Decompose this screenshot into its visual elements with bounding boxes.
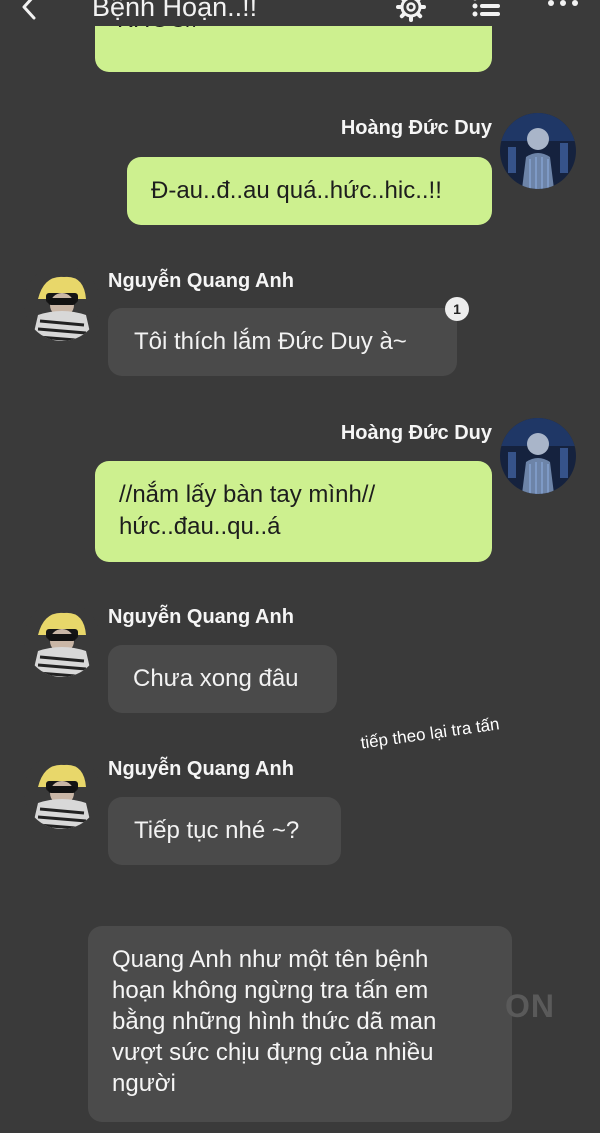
message-text: Tiếp tục nhé ~? bbox=[134, 817, 300, 844]
message-bubble[interactable]: Tiếp tục nhé ~? bbox=[108, 797, 341, 865]
narration-box: Quang Anh như một tên bệnh hoạn không ng… bbox=[88, 926, 512, 1122]
top-bar: Bệnh Hoạn..!! bbox=[0, 0, 600, 26]
message-bubble[interactable]: //nắm lấy bàn tay mình// hức..đau..qu..á bbox=[95, 461, 492, 562]
chevron-left-icon[interactable] bbox=[18, 0, 44, 20]
reaction-count-badge[interactable]: 1 bbox=[445, 297, 469, 321]
avatar[interactable] bbox=[24, 265, 100, 341]
sender-name: Nguyễn Quang Anh bbox=[108, 270, 294, 292]
avatar[interactable] bbox=[24, 601, 100, 677]
annotation-text: tiếp theo lại tra tấn bbox=[359, 714, 501, 753]
avatar[interactable] bbox=[24, 753, 100, 829]
sender-name: Hoàng Đức Duy bbox=[340, 422, 492, 444]
list-icon[interactable] bbox=[472, 0, 502, 20]
sender-name: Nguyễn Quang Anh bbox=[108, 606, 294, 628]
message-text: Đ-au..đ..au quá..hức..hic..!! bbox=[151, 177, 442, 204]
message-text: //nắm lấy bàn tay mình// hức..đau..qu..á bbox=[119, 481, 376, 540]
message-bubble[interactable]: Đ-au..đ..au quá..hức..hic..!! bbox=[127, 157, 492, 225]
message-bubble[interactable]: Tôi thích lắm Đức Duy à~ bbox=[108, 308, 457, 376]
gear-icon[interactable] bbox=[396, 0, 426, 22]
message-text: Chưa xong đâu bbox=[133, 665, 299, 692]
sender-name: Hoàng Đức Duy bbox=[340, 117, 492, 139]
sender-name: Nguyễn Quang Anh bbox=[108, 758, 294, 780]
message-bubble[interactable]: Chưa xong đâu bbox=[108, 645, 337, 713]
watermark: ON bbox=[505, 988, 555, 1024]
chat-title: Bệnh Hoạn..!! bbox=[92, 0, 258, 22]
avatar[interactable] bbox=[500, 418, 576, 494]
message-text: Tôi thích lắm Đức Duy à~ bbox=[134, 328, 407, 355]
more-dots-icon[interactable] bbox=[546, 0, 580, 10]
avatar[interactable] bbox=[500, 113, 576, 189]
